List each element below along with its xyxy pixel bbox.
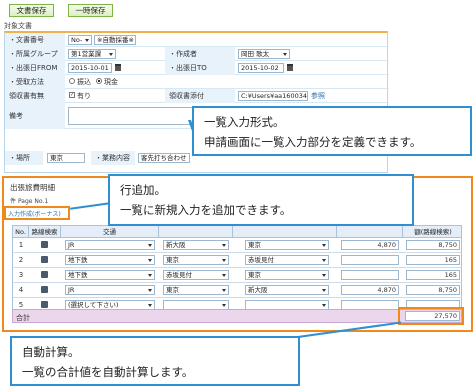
trip-from-field[interactable]: 2015-10-01 — [68, 63, 112, 73]
total-highlight — [398, 307, 464, 325]
to-station-field[interactable]: 赤坂見付 — [245, 255, 329, 265]
author-label: ・作成者 — [165, 47, 235, 61]
callout-line: 行追加。 — [120, 183, 166, 197]
doc-number-prefix-select[interactable]: No- — [68, 35, 92, 45]
row-total-field[interactable]: 165 — [406, 270, 460, 280]
note-field[interactable] — [68, 107, 198, 125]
callout-list-input: 一覧入力形式。 申請画面に一覧入力部分を定義できます。 — [192, 106, 472, 156]
note-label: 備考 — [5, 103, 65, 129]
row-number: 1 — [18, 241, 24, 249]
doc-number-field: ※自動採番※ — [94, 35, 136, 45]
fare-field[interactable]: 4,870 — [341, 285, 399, 295]
purpose-field[interactable]: 客先打ち合わせ — [138, 153, 190, 163]
row-number: 2 — [18, 256, 24, 264]
receipt-label: 領収書有無 — [5, 89, 65, 103]
total-label: 合計 — [16, 314, 30, 322]
to-station-field[interactable]: 東京 — [245, 240, 329, 250]
calendar-icon[interactable] — [287, 64, 293, 71]
purpose-label: ・業務内容 — [91, 151, 135, 165]
trip-to-field[interactable]: 2015-10-02 — [238, 63, 284, 73]
row-number: 5 — [18, 301, 24, 309]
pay-method-label: ・受取方法 — [5, 75, 65, 89]
callout-line: 一覧に新規入力を追加できます。 — [120, 203, 292, 217]
from-station-field[interactable]: 新大阪 — [163, 240, 229, 250]
callout-add-row: 行追加。 一覧に新規入力を追加できます。 — [108, 174, 414, 226]
fare-field[interactable] — [341, 255, 399, 265]
receipt-attach-label: 領収書添付 — [165, 89, 235, 103]
receipt-checkbox[interactable]: ✓ — [69, 92, 75, 98]
fare-field[interactable]: 4,870 — [341, 240, 399, 250]
from-station-field[interactable]: 東京 — [163, 255, 229, 265]
table-row: 4 JR 東京 新大阪 4,870 8,750 — [12, 283, 462, 298]
callout-line: 自動計算。 — [22, 345, 80, 359]
page-prefix: 件 — [10, 198, 17, 205]
to-station-field[interactable]: 新大阪 — [245, 285, 329, 295]
page-indicator: 件 Page No.1 — [10, 196, 48, 205]
radio-cash-label: 現金 — [104, 78, 118, 86]
place-label: ・場所 — [5, 151, 43, 165]
place-field[interactable]: 東京 — [47, 153, 85, 163]
trip-from-label: ・出張日FROM — [5, 61, 65, 75]
transport-select[interactable]: JR — [65, 240, 155, 250]
transport-select[interactable]: 地下鉄 — [65, 270, 155, 280]
radio-transfer-label: 振込 — [77, 78, 91, 86]
table-row: 1 JR 新大阪 東京 4,870 8,750 — [12, 238, 462, 253]
receipt-file-field[interactable]: C:¥Users¥aa160034 — [238, 91, 308, 101]
route-search-icon[interactable] — [41, 271, 48, 278]
calendar-icon[interactable] — [115, 64, 121, 71]
browse-link[interactable]: 参照 — [311, 91, 325, 101]
from-station-field[interactable]: 東京 — [163, 285, 229, 295]
from-station-field[interactable]: 赤坂見付 — [163, 270, 229, 280]
row-number: 3 — [18, 271, 24, 279]
row-total-field[interactable]: 8,750 — [406, 240, 460, 250]
callout-line: 一覧の合計値を自動計算します。 — [22, 365, 194, 379]
callout-line: 一覧入力形式。 — [204, 115, 285, 129]
save-button[interactable]: 文書保存 — [9, 4, 54, 17]
radio-cash[interactable] — [96, 78, 102, 84]
dept-select[interactable]: 第1営業課 — [68, 49, 116, 59]
table-header: No. 路線検索 交通 額(路線検索) — [12, 225, 462, 239]
doc-number-label: ・文書番号 — [5, 33, 65, 47]
author-select[interactable]: 岡田 歌太 — [238, 49, 290, 59]
transport-select[interactable]: JR — [65, 285, 155, 295]
list-title: 出張旅費明細 — [10, 183, 55, 192]
callout-line: 申請画面に一覧入力部分を定義できます。 — [204, 135, 422, 149]
row-number: 4 — [18, 286, 24, 294]
table-row: 3 地下鉄 赤坂見付 東京 165 — [12, 268, 462, 283]
route-search-icon[interactable] — [41, 256, 48, 263]
route-search-icon[interactable] — [41, 301, 48, 308]
trip-to-label: ・出張日TO — [165, 61, 235, 75]
add-row-link[interactable]: 入力作成(ボーナス) — [8, 209, 61, 218]
temp-save-button[interactable]: 一時保存 — [68, 4, 113, 17]
fare-field[interactable] — [341, 270, 399, 280]
receipt-checkbox-label: 有り — [77, 92, 91, 100]
to-station-field[interactable]: 東京 — [245, 270, 329, 280]
radio-transfer[interactable] — [69, 78, 75, 84]
route-search-icon[interactable] — [41, 241, 48, 248]
callout-auto-calc: 自動計算。 一覧の合計値を自動計算します。 — [10, 336, 300, 386]
transport-select[interactable]: 地下鉄 — [65, 255, 155, 265]
table-row: 2 地下鉄 東京 赤坂見付 165 — [12, 253, 462, 268]
row-total-field[interactable]: 165 — [406, 255, 460, 265]
section-title: 対象文書 — [4, 22, 32, 30]
dept-label: ・所属グループ — [5, 47, 65, 61]
row-total-field[interactable]: 8,750 — [406, 285, 460, 295]
route-search-icon[interactable] — [41, 286, 48, 293]
total-row: 合計 27,570 — [12, 309, 462, 323]
page-number: Page No.1 — [17, 198, 49, 205]
